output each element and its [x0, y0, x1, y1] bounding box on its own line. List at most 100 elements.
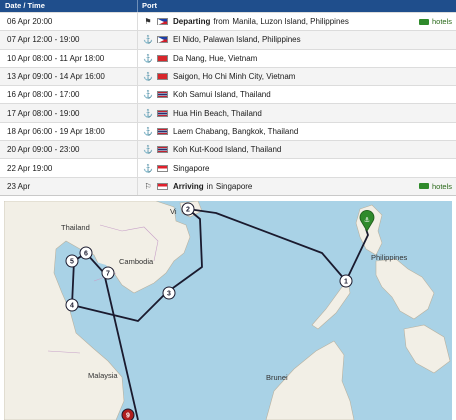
- port-name-link[interactable]: Laem Chabang, Bangkok, Thailand: [173, 127, 298, 136]
- table-row[interactable]: 20 Apr 09:00 - 23:00 ⚓ Koh Kut-Kood Island…: [0, 140, 456, 159]
- row-date-time: 13 Apr 09:00 - 14 Apr 16:00: [0, 67, 138, 86]
- row-date-time: 20 Apr 09:00 - 23:00: [0, 141, 138, 159]
- row-port-cell: ⚓ Koh Kut-Kood Island, Thailand: [138, 145, 456, 154]
- country-flag-icon: [157, 164, 168, 172]
- route-marker-9[interactable]: 9: [121, 408, 135, 420]
- table-row[interactable]: 16 Apr 08:00 - 17:00 ⚓ Koh Samui Island, T…: [0, 85, 456, 104]
- row-port-cell: ⚐ Arriving in Singapore hotels: [138, 182, 456, 191]
- anchor-icon: ⚓: [143, 163, 153, 173]
- status-label: Arriving: [173, 181, 204, 191]
- bed-icon: [418, 183, 429, 190]
- row-port-cell: ⚓ Saigon, Ho Chi Minh City, Vietnam: [138, 72, 456, 81]
- row-port-cell: ⚓ El Nido, Palawan Island, Philippines: [138, 35, 456, 44]
- route-marker-label: 3: [167, 291, 171, 298]
- row-port-cell: ⚓ Koh Samui Island, Thailand: [138, 90, 456, 99]
- table-row[interactable]: 23 Apr ⚐ Arriving in Singapore hotels: [0, 176, 456, 195]
- itinerary-table: Date / Time Port 06 Apr 20:00 ⚑ Departing f…: [0, 0, 456, 196]
- route-marker-2[interactable]: 2: [181, 202, 195, 216]
- visayas-mindanao: [375, 258, 435, 320]
- port-name-link[interactable]: Hua Hin Beach, Thailand: [173, 109, 262, 118]
- country-flag-icon: [157, 91, 168, 99]
- table-row[interactable]: 22 Apr 19:00 ⚓ Singapore: [0, 158, 456, 177]
- table-row[interactable]: 06 Apr 20:00 ⚑ Departing from Manila, Luzon …: [0, 12, 456, 31]
- route-marker-5[interactable]: 5: [65, 254, 79, 268]
- anchor-icon: ⚓: [143, 53, 153, 63]
- row-date-time: 07 Apr 12:00 - 19:00: [0, 31, 138, 49]
- port-name-link[interactable]: Saigon, Ho Chi Minh City, Vietnam: [173, 72, 295, 81]
- country-flag-icon: [157, 109, 168, 117]
- country-flag-icon: [157, 73, 168, 81]
- palawan-island: [311, 280, 351, 330]
- hotels-label: hotels: [431, 181, 452, 191]
- map-label-vietnam: Vi: [170, 207, 177, 216]
- route-marker-4[interactable]: 4: [65, 298, 79, 312]
- port-name-link[interactable]: Singapore: [173, 164, 209, 173]
- hotels-link[interactable]: hotels: [418, 181, 452, 191]
- port-name-link[interactable]: Manila, Luzon Island, Philippines: [232, 17, 349, 26]
- row-date-time: 23 Apr: [0, 177, 138, 195]
- status-preposition: from: [213, 17, 230, 27]
- anchor-icon: ⚓: [143, 35, 153, 45]
- row-date-time: 17 Apr 08:00 - 19:00: [0, 104, 138, 122]
- table-row[interactable]: 18 Apr 06:00 - 19 Apr 18:00 ⚓ Laem Chabang…: [0, 121, 456, 141]
- row-port-cell: ⚓ Laem Chabang, Bangkok, Thailand: [138, 127, 456, 136]
- table-row[interactable]: 13 Apr 09:00 - 14 Apr 16:00 ⚓ Saigon, Ho C…: [0, 66, 456, 86]
- route-marker-7[interactable]: 7: [101, 266, 115, 280]
- map-label-thailand: Thailand: [61, 223, 90, 232]
- anchor-icon: ⚓: [143, 108, 153, 118]
- itinerary-rows: 06 Apr 20:00 ⚑ Departing from Manila, Luzon …: [0, 12, 456, 195]
- port-name-link[interactable]: Singapore: [216, 182, 252, 191]
- row-port-cell: ⚓ Singapore: [138, 164, 456, 173]
- route-map[interactable]: 1 2 3 4 5 6 7 9 ⚓ Thailand Cambodia Philippines…: [4, 201, 452, 420]
- route-marker-3[interactable]: 3: [162, 286, 176, 300]
- route-marker-label: 7: [106, 271, 110, 278]
- port-column-header[interactable]: Port: [138, 0, 456, 12]
- route-marker-label: 4: [70, 303, 74, 310]
- row-date-time: 10 Apr 08:00 - 11 Apr 18:00: [0, 49, 138, 67]
- country-flag-icon: [157, 36, 168, 44]
- map-label-brunei: Brunei: [266, 373, 288, 382]
- map-label-malaysia: Malaysia: [88, 371, 118, 380]
- route-marker-label: 5: [70, 259, 74, 266]
- row-port-cell: ⚓ Hua Hin Beach, Thailand: [138, 109, 456, 118]
- date-time-column-header[interactable]: Date / Time: [0, 0, 138, 12]
- row-date-time: 16 Apr 08:00 - 17:00: [0, 86, 138, 104]
- route-marker-label: 2: [186, 207, 190, 214]
- port-name-link[interactable]: Da Nang, Hue, Vietnam: [173, 54, 257, 63]
- country-flag-icon: [157, 182, 168, 190]
- country-flag-icon: [157, 54, 168, 62]
- port-name-link[interactable]: Koh Kut-Kood Island, Thailand: [173, 145, 281, 154]
- route-marker-1[interactable]: 1: [339, 274, 353, 288]
- port-name-link[interactable]: Koh Samui Island, Thailand: [173, 90, 271, 99]
- row-port-cell: ⚓ Da Nang, Hue, Vietnam: [138, 54, 456, 63]
- country-flag-icon: [157, 146, 168, 154]
- route-marker-label: 9: [126, 413, 130, 420]
- table-header: Date / Time Port: [0, 0, 456, 12]
- hotels-link[interactable]: hotels: [418, 17, 452, 26]
- table-row[interactable]: 07 Apr 12:00 - 19:00 ⚓ El Nido, Palawan Is…: [0, 30, 456, 49]
- bed-icon: [418, 18, 429, 25]
- route-marker-label: 1: [344, 279, 348, 286]
- finish-flag-icon: ⚐: [144, 181, 152, 191]
- port-name-link[interactable]: El Nido, Palawan Island, Philippines: [173, 35, 301, 44]
- country-flag-icon: [157, 127, 168, 135]
- row-date-time: 22 Apr 19:00: [0, 159, 138, 177]
- country-flag-icon: [157, 18, 168, 26]
- status-preposition: in: [206, 181, 213, 191]
- anchor-icon: ⚓: [143, 90, 153, 100]
- table-row[interactable]: 10 Apr 08:00 - 11 Apr 18:00 ⚓ Da Nang, Hue…: [0, 48, 456, 67]
- map-canvas: 1 2 3 4 5 6 7 9 ⚓: [4, 201, 451, 420]
- map-label-philippines: Philippines: [371, 253, 408, 262]
- row-date-time: 18 Apr 06:00 - 19 Apr 18:00: [0, 122, 138, 141]
- map-label-cambodia: Cambodia: [119, 257, 154, 266]
- anchor-icon: ⚓: [143, 72, 153, 82]
- row-date-time: 06 Apr 20:00: [0, 13, 138, 31]
- route-marker-6[interactable]: 6: [79, 246, 93, 260]
- table-row[interactable]: 17 Apr 08:00 - 19:00 ⚓ Hua Hin Beach, Thai…: [0, 103, 456, 122]
- anchor-icon: ⚓: [143, 126, 153, 136]
- status-label: Departing: [173, 17, 211, 27]
- route-marker-label: 6: [84, 251, 88, 258]
- svg-text:⚓: ⚓: [364, 216, 370, 224]
- anchor-icon: ⚓: [143, 145, 153, 155]
- mindanao-south: [403, 324, 451, 374]
